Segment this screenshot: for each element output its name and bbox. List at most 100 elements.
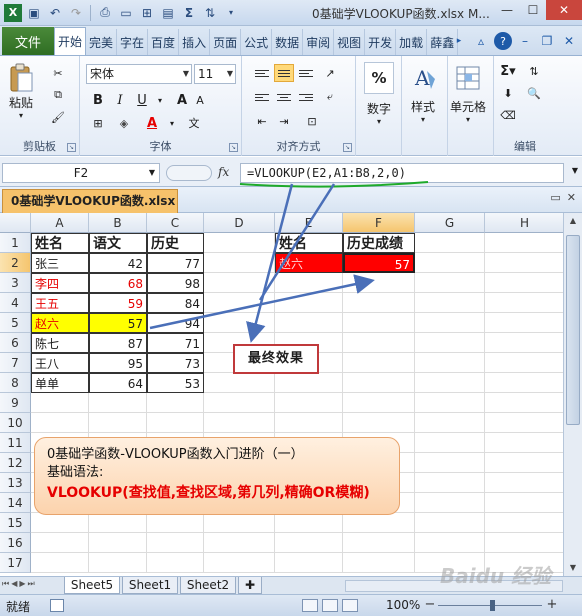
minimize-icon[interactable]: — bbox=[494, 0, 520, 20]
name-cell[interactable]: 张三 bbox=[31, 253, 89, 273]
grid-cell[interactable] bbox=[147, 553, 204, 573]
history-score-cell[interactable]: 94 bbox=[147, 313, 204, 333]
font-color-dropdown-icon[interactable]: ▾ bbox=[162, 114, 182, 132]
align-left-button[interactable] bbox=[252, 88, 272, 106]
column-header-f[interactable]: F bbox=[343, 213, 415, 233]
zoom-slider-thumb[interactable] bbox=[490, 600, 495, 611]
grid-cell[interactable] bbox=[204, 513, 275, 533]
minimize-ribbon-icon[interactable]: ▵ bbox=[472, 32, 490, 50]
phonetic-icon[interactable]: 文 bbox=[184, 114, 204, 132]
grid-cell[interactable] bbox=[415, 313, 485, 333]
grid-cell[interactable] bbox=[485, 253, 563, 273]
window-close-icon[interactable]: ✕ bbox=[560, 32, 578, 50]
align-bottom-button[interactable] bbox=[296, 64, 316, 82]
tab-developer[interactable]: 开发 bbox=[365, 29, 397, 55]
tab-formulas[interactable]: 公式 bbox=[241, 29, 273, 55]
lookup-value-cell[interactable]: 赵六 bbox=[275, 253, 343, 273]
grid-cell[interactable] bbox=[485, 293, 563, 313]
history-score-cell[interactable]: 98 bbox=[147, 273, 204, 293]
grid-cell[interactable] bbox=[275, 273, 343, 293]
underline-dropdown-icon[interactable]: ▾ bbox=[150, 91, 170, 109]
chinese-score-cell[interactable]: 64 bbox=[89, 373, 147, 393]
grid-cell[interactable] bbox=[31, 393, 89, 413]
column-header-d[interactable]: D bbox=[204, 213, 275, 233]
underline-button[interactable]: U bbox=[132, 91, 152, 109]
grid-cell[interactable] bbox=[204, 373, 275, 393]
fill-color-icon[interactable]: ◈ bbox=[114, 114, 134, 132]
sort-icon[interactable]: ⇅ bbox=[201, 4, 219, 22]
grid-cell[interactable] bbox=[204, 253, 275, 273]
workbook-close-icon[interactable]: ✕ bbox=[567, 191, 576, 204]
grid-cell[interactable] bbox=[89, 513, 147, 533]
grid-cell[interactable] bbox=[31, 413, 89, 433]
header-cell[interactable]: 语文 bbox=[89, 233, 147, 253]
grid-cell[interactable] bbox=[31, 513, 89, 533]
select-all-corner[interactable] bbox=[0, 213, 31, 233]
close-icon[interactable]: ✕ bbox=[546, 0, 582, 20]
autosum-button-icon[interactable]: Σ▾ bbox=[498, 62, 518, 80]
grid-cell[interactable] bbox=[485, 273, 563, 293]
grid-cell[interactable] bbox=[415, 413, 485, 433]
tab-home[interactable]: 开始 bbox=[54, 27, 87, 55]
last-sheet-icon[interactable]: ⏭ bbox=[28, 579, 35, 589]
tab-insert[interactable]: 插入 bbox=[179, 29, 211, 55]
chinese-score-cell[interactable]: 57 bbox=[89, 313, 147, 333]
align-right-button[interactable] bbox=[296, 88, 316, 106]
grid-cell[interactable] bbox=[485, 433, 563, 453]
excel-logo-icon[interactable]: X bbox=[4, 3, 22, 22]
new-sheet-icon[interactable]: ✚ bbox=[238, 577, 262, 594]
row-header-6[interactable]: 6 bbox=[0, 333, 31, 353]
table-icon[interactable]: ▤ bbox=[159, 4, 177, 22]
redo-icon[interactable]: ↷ bbox=[67, 4, 85, 22]
row-header-15[interactable]: 15 bbox=[0, 513, 31, 533]
grid-cell[interactable] bbox=[343, 393, 415, 413]
row-header-3[interactable]: 3 bbox=[0, 273, 31, 293]
name-cell[interactable]: 王五 bbox=[31, 293, 89, 313]
grid-cell[interactable] bbox=[343, 313, 415, 333]
column-header-h[interactable]: H bbox=[485, 213, 563, 233]
chinese-score-cell[interactable]: 42 bbox=[89, 253, 147, 273]
grid-cell[interactable] bbox=[204, 393, 275, 413]
name-cell[interactable]: 陈七 bbox=[31, 333, 89, 353]
history-score-cell[interactable]: 73 bbox=[147, 353, 204, 373]
paste-button[interactable]: 粘贴 ▾ bbox=[6, 62, 36, 120]
page-break-view-icon[interactable] bbox=[342, 599, 358, 612]
grid-cell[interactable] bbox=[415, 493, 485, 513]
grid-cell[interactable] bbox=[415, 513, 485, 533]
maximize-icon[interactable]: ☐ bbox=[520, 0, 546, 20]
clipboard-launcher-icon[interactable]: ↘ bbox=[67, 143, 76, 152]
row-header-10[interactable]: 10 bbox=[0, 413, 31, 433]
lookup-result-cell[interactable]: 57 bbox=[343, 253, 415, 273]
merge-cells-icon[interactable]: ⊡ bbox=[302, 112, 322, 130]
zoom-in-icon[interactable]: + bbox=[546, 598, 558, 612]
column-header-a[interactable]: A bbox=[31, 213, 89, 233]
grid-cell[interactable] bbox=[485, 393, 563, 413]
grid-cell[interactable] bbox=[343, 353, 415, 373]
sheet-tab-sheet2[interactable]: Sheet2 bbox=[180, 577, 236, 594]
grid-cell[interactable] bbox=[415, 373, 485, 393]
chinese-score-cell[interactable]: 68 bbox=[89, 273, 147, 293]
tab-file[interactable]: 文件 bbox=[2, 27, 54, 55]
help-icon[interactable]: ? bbox=[494, 32, 512, 50]
grid-cell[interactable] bbox=[485, 513, 563, 533]
grid-cell[interactable] bbox=[415, 233, 485, 253]
history-score-cell[interactable]: 53 bbox=[147, 373, 204, 393]
row-header-8[interactable]: 8 bbox=[0, 373, 31, 393]
formula-input[interactable]: =VLOOKUP(E2,A1:B8,2,0) bbox=[240, 163, 564, 183]
font-name-select[interactable]: 宋体 ▼ bbox=[86, 64, 192, 84]
window-restore-icon[interactable]: ❐ bbox=[538, 32, 556, 50]
bold-button[interactable]: B bbox=[88, 91, 108, 109]
font-color-button[interactable]: A bbox=[142, 114, 162, 132]
row-header-16[interactable]: 16 bbox=[0, 533, 31, 553]
name-box[interactable]: F2 ▼ bbox=[2, 163, 160, 183]
column-header-g[interactable]: G bbox=[415, 213, 485, 233]
expand-formula-icon[interactable]: ▼ bbox=[572, 166, 578, 175]
zoom-out-icon[interactable]: − bbox=[424, 598, 436, 612]
grid-cell[interactable] bbox=[343, 373, 415, 393]
grid-cell[interactable] bbox=[415, 433, 485, 453]
grid-cell[interactable] bbox=[204, 413, 275, 433]
tab-addins[interactable]: 加载 bbox=[396, 29, 428, 55]
lookup-header-history[interactable]: 历史成绩 bbox=[343, 233, 415, 253]
grid-cell[interactable] bbox=[485, 233, 563, 253]
name-cell[interactable]: 赵六 bbox=[31, 313, 89, 333]
